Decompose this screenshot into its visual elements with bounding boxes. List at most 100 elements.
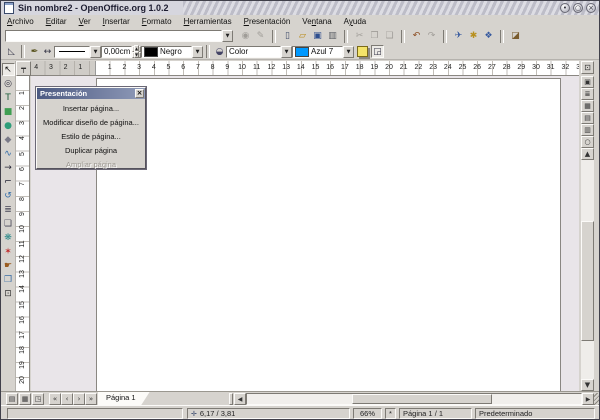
navigator-button[interactable]: ✈ <box>452 30 465 43</box>
slide-page[interactable] <box>96 78 561 391</box>
minimize-button[interactable]: • <box>560 3 570 13</box>
fill-color-dropdown-button[interactable]: ▼ <box>343 46 354 58</box>
maximize-button[interactable]: ○ <box>573 3 583 13</box>
handout-view-button[interactable]: ▥ <box>581 124 594 136</box>
alignment-tool-button[interactable]: ≣ <box>2 203 15 216</box>
menu-formato[interactable]: Formato <box>136 16 178 27</box>
copy-button[interactable]: ❐ <box>368 30 381 43</box>
edit-points-button[interactable]: ◺ <box>5 45 18 58</box>
cut-button[interactable]: ✂ <box>353 30 366 43</box>
start-show-button[interactable]: ○ <box>581 136 594 148</box>
arrange-tool-button[interactable]: ❏ <box>2 217 15 230</box>
status-style-panel[interactable]: Predeterminado <box>475 408 595 419</box>
line-color-dropdown-button[interactable]: ▼ <box>192 46 203 58</box>
notes-view-button[interactable]: ▤ <box>581 112 594 124</box>
insert-page-command[interactable]: Insertar página... <box>37 102 145 116</box>
preview-toggle-button[interactable]: ◲ <box>371 45 384 58</box>
animation-effects-tool-button[interactable]: ✶ <box>2 245 15 258</box>
scroll-left-button[interactable]: ◀ <box>234 393 246 405</box>
stop-loading-button[interactable]: ◉ <box>239 30 252 43</box>
status-page-panel[interactable]: Página 1 / 1 <box>399 408 472 419</box>
start-presentation-tool-button[interactable]: ⊡ <box>2 287 15 300</box>
status-position-panel[interactable]: ✛ 6,17 / 3,81 <box>187 408 350 419</box>
horizontal-scroll-thumb[interactable] <box>352 394 492 404</box>
horizontal-ruler[interactable]: 4321 12345678910111213141516171819202122… <box>31 61 579 76</box>
hyperlink-button[interactable]: ❖ <box>482 30 495 43</box>
menu-presentacion[interactable]: Presentación <box>238 16 297 27</box>
menu-ventana[interactable]: Ventana <box>296 16 337 27</box>
paste-button[interactable]: ❑ <box>383 30 396 43</box>
page-style-command[interactable]: Estilo de página... <box>37 130 145 144</box>
menu-ayuda[interactable]: Ayuda <box>338 16 373 27</box>
window-resize-grip[interactable] <box>594 393 600 405</box>
redo-button[interactable]: ↷ <box>425 30 438 43</box>
select-tool-button[interactable]: ↖ <box>2 63 15 76</box>
ruler-end-button[interactable]: ⊡ <box>581 61 594 74</box>
url-input[interactable] <box>5 30 222 42</box>
3d-objects-tool-button[interactable]: ◆ <box>2 133 15 146</box>
url-dropdown-button[interactable]: ▼ <box>222 30 233 42</box>
ruler-origin-button[interactable]: ┯ <box>16 61 31 76</box>
arrow-ends-button[interactable]: ↔ <box>41 45 54 58</box>
previous-page-button[interactable]: ‹ <box>61 393 73 405</box>
vertical-ruler[interactable]: 123456789101112131415161718192021 <box>16 76 30 391</box>
spin-down-button[interactable]: ▼ <box>132 52 141 58</box>
page-mode-button[interactable]: ▤ <box>6 393 18 405</box>
modify-page-layout-command[interactable]: Modificar diseño de página... <box>37 116 145 130</box>
last-page-button[interactable]: » <box>85 393 97 405</box>
effects-tool-button[interactable]: ❋ <box>2 231 15 244</box>
tab-area-splitter[interactable] <box>229 393 233 405</box>
master-page-mode-button[interactable]: ▦ <box>19 393 31 405</box>
save-document-button[interactable]: ▣ <box>311 30 324 43</box>
ellipse-tool-button[interactable]: ● <box>2 119 15 132</box>
3d-controller-tool-button[interactable]: ❒ <box>2 273 15 286</box>
interaction-tool-button[interactable]: ☛ <box>2 259 15 272</box>
scroll-right-button[interactable]: ▶ <box>582 393 594 405</box>
stylist-button[interactable]: ✱ <box>467 30 480 43</box>
next-page-button[interactable]: › <box>73 393 85 405</box>
open-document-button[interactable]: ▱ <box>296 30 309 43</box>
lines-arrows-tool-button[interactable]: → <box>2 161 15 174</box>
page-tab[interactable]: Página 1 <box>98 392 150 406</box>
fill-style-dropdown-button[interactable]: ▼ <box>281 46 292 58</box>
fill-button[interactable]: ◒ <box>213 45 226 58</box>
menu-herramientas[interactable]: Herramientas <box>178 16 238 27</box>
line-style-dropdown-button[interactable]: ▼ <box>90 46 101 58</box>
status-zoom-panel[interactable]: 66% <box>353 408 382 419</box>
expand-page-command[interactable]: Ampliar página <box>37 158 145 172</box>
vertical-scroll-thumb[interactable] <box>581 221 594 341</box>
undo-button[interactable]: ↶ <box>410 30 423 43</box>
line-pen-button[interactable]: ✒ <box>28 45 41 58</box>
text-tool-button[interactable]: T <box>2 91 15 104</box>
print-document-button[interactable]: ▥ <box>326 30 339 43</box>
vertical-scrollbar[interactable]: ▣≣▦▤▥○ ▲ ▼ <box>581 76 594 391</box>
menu-insertar[interactable]: Insertar <box>97 16 136 27</box>
edit-file-button[interactable]: ✎ <box>254 30 267 43</box>
presentation-panel-close-button[interactable]: × <box>135 89 144 98</box>
drawing-view-button[interactable]: ▣ <box>581 76 594 88</box>
presentation-panel-titlebar[interactable]: Presentación × <box>37 88 145 99</box>
curve-tool-button[interactable]: ∿ <box>2 147 15 160</box>
menu-archivo[interactable]: Archivo <box>1 16 40 27</box>
first-page-button[interactable]: « <box>49 393 61 405</box>
title-bar[interactable]: Sin nombre2 - OpenOffice.org 1.0.2 • ○ × <box>1 1 599 15</box>
rectangle-tool-button[interactable]: ■ <box>2 105 15 118</box>
connector-tool-button[interactable]: ⌐ <box>2 175 15 188</box>
line-style-value[interactable] <box>54 46 90 58</box>
line-width-input[interactable]: 0,00cm <box>101 46 132 58</box>
duplicate-page-command[interactable]: Duplicar página <box>37 144 145 158</box>
fill-style-value[interactable]: Color <box>226 46 281 58</box>
rotate-tool-button[interactable]: ↺ <box>2 189 15 202</box>
menu-editar[interactable]: Editar <box>40 16 73 27</box>
shadow-button[interactable] <box>357 46 368 57</box>
zoom-tool-button[interactable]: ◎ <box>2 77 15 90</box>
gallery-button[interactable]: ◪ <box>509 30 522 43</box>
fill-color-value[interactable]: Azul 7 <box>292 46 343 58</box>
horizontal-scrollbar[interactable] <box>246 393 582 405</box>
layer-mode-button[interactable]: ◳ <box>32 393 44 405</box>
close-button[interactable]: × <box>586 3 596 13</box>
outline-view-button[interactable]: ≣ <box>581 88 594 100</box>
scroll-up-button[interactable]: ▲ <box>581 148 594 160</box>
menu-ver[interactable]: Ver <box>73 16 97 27</box>
line-color-value[interactable]: Negro <box>141 46 192 58</box>
